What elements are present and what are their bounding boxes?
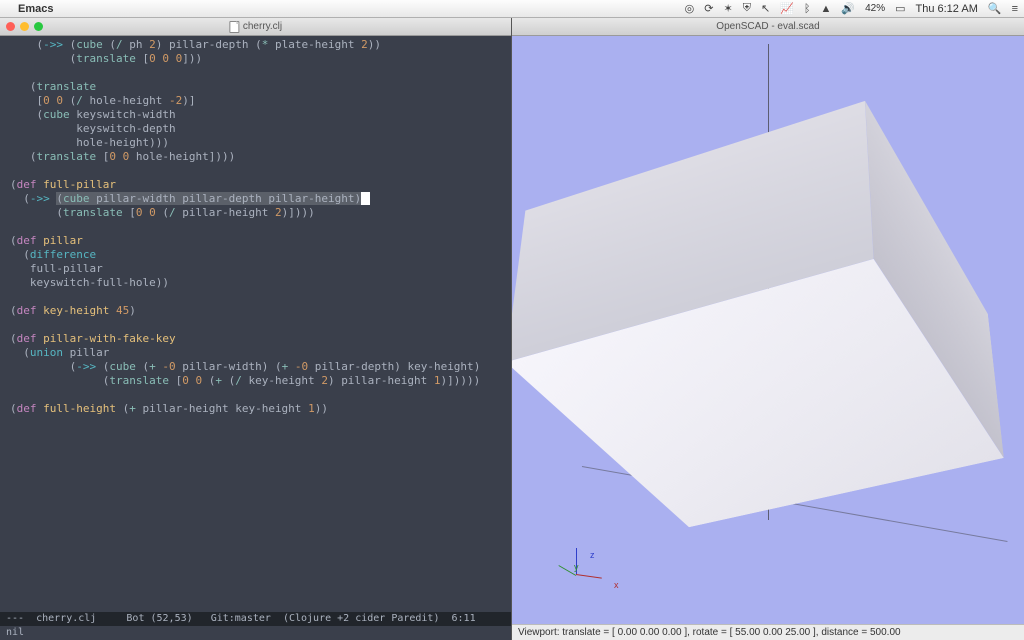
emacs-modeline: --- cherry.clj Bot (52,53) Git:master (C…	[0, 612, 511, 626]
menubar-clock[interactable]: Thu 6:12 AM	[916, 3, 978, 15]
window-close-icon[interactable]	[6, 22, 15, 31]
emacs-window: cherry.clj (->> (cube (/ ph 2) pillar-de…	[0, 18, 512, 640]
openscad-statusbar: Viewport: translate = [ 0.00 0.00 0.00 ]…	[512, 624, 1024, 640]
emacs-title-filename: cherry.clj	[243, 21, 282, 32]
pointer-icon[interactable]: ↖	[761, 2, 770, 15]
sync-icon[interactable]: ⟳	[704, 2, 713, 15]
bluetooth-icon[interactable]: ᛒ	[804, 3, 811, 15]
document-icon	[229, 21, 239, 33]
window-zoom-icon[interactable]	[34, 22, 43, 31]
axis-indicator: z x y	[576, 548, 620, 592]
volume-icon[interactable]: 🔊	[841, 2, 855, 15]
code-editor[interactable]: (->> (cube (/ ph 2) pillar-depth (* plat…	[0, 36, 511, 612]
axis-label-x: x	[614, 580, 619, 590]
circle-status-icon[interactable]: ◎	[685, 2, 695, 15]
battery-icon[interactable]: ▭	[895, 2, 905, 15]
battery-percent[interactable]: 42%	[865, 3, 885, 14]
wand-icon[interactable]: ✶	[723, 2, 732, 15]
notification-center-icon[interactable]: ≡	[1012, 3, 1018, 15]
emacs-titlebar[interactable]: cherry.clj	[0, 18, 511, 36]
openscad-titlebar[interactable]: OpenSCAD - eval.scad	[512, 18, 1024, 36]
spotlight-icon[interactable]: 🔍	[988, 2, 1002, 15]
emacs-minibuffer[interactable]: nil	[0, 626, 511, 640]
openscad-window: OpenSCAD - eval.scad z x y Viewport:	[512, 18, 1024, 640]
window-minimize-icon[interactable]	[20, 22, 29, 31]
openscad-title: OpenSCAD - eval.scad	[716, 21, 819, 32]
openscad-viewport[interactable]: z x y	[512, 36, 1024, 624]
axis-label-y: y	[574, 562, 579, 572]
active-app-name[interactable]: Emacs	[18, 3, 53, 15]
mac-menubar: Emacs ◎ ⟳ ✶ ⛨ ↖ 📈 ᛒ ▲ 🔊 42% ▭ Thu 6:12 A…	[0, 0, 1024, 18]
axis-label-z: z	[590, 550, 595, 560]
activity-icon[interactable]: 📈	[780, 2, 794, 15]
shield-icon[interactable]: ⛨	[743, 2, 751, 15]
wifi-icon[interactable]: ▲	[820, 3, 831, 15]
